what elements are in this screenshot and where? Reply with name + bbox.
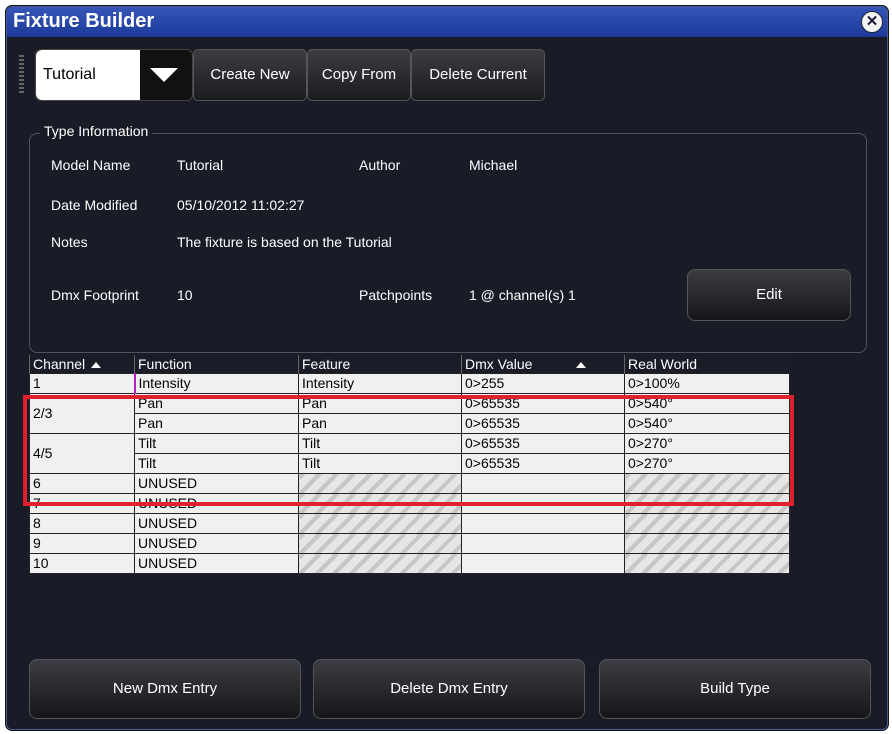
sort-asc-icon — [91, 362, 102, 369]
function-cell[interactable]: UNUSED — [134, 513, 299, 534]
function-cell[interactable]: UNUSED — [134, 553, 299, 574]
real-world-cell — [624, 553, 790, 574]
column-label: Channel — [33, 356, 86, 372]
column-header-real-world[interactable]: Real World — [624, 355, 790, 374]
date-modified-value: 05/10/2012 11:02:27 — [177, 197, 305, 213]
patchpoints-value: 1 @ channel(s) 1 — [469, 287, 576, 303]
model-name-label: Model Name — [51, 157, 131, 173]
dmx-value-cell[interactable]: 0>65535 — [461, 433, 625, 454]
channel-cell[interactable]: 8 — [29, 513, 135, 534]
function-cell[interactable]: Pan — [134, 393, 299, 414]
real-world-cell — [624, 493, 790, 514]
author-value: Michael — [469, 157, 518, 173]
function-cell[interactable]: Tilt — [134, 453, 299, 474]
real-world-cell[interactable]: 0>270° — [624, 453, 790, 474]
notes-value: The fixture is based on the Tutorial — [177, 234, 392, 250]
type-select[interactable]: Tutorial — [35, 49, 193, 101]
column-header-dmx-value[interactable]: Dmx Value — [461, 355, 625, 374]
real-world-cell[interactable]: 0>540° — [624, 393, 790, 414]
dmx-footprint-value: 10 — [177, 287, 193, 303]
notes-label: Notes — [51, 234, 88, 250]
feature-cell — [298, 533, 462, 554]
edit-button[interactable]: Edit — [687, 269, 851, 321]
table-row[interactable]: 4/5 Tilt Tilt 0>65535 0>270° — [29, 433, 790, 474]
author-label: Author — [359, 157, 401, 173]
dmx-value-cell[interactable]: 0>255 — [461, 373, 625, 394]
dmx-value-cell — [461, 533, 625, 554]
table-row[interactable]: 6 UNUSED — [29, 473, 790, 494]
dmx-footprint-label: Dmx Footprint — [51, 287, 139, 303]
feature-cell[interactable]: Tilt — [298, 453, 462, 474]
channel-cell[interactable]: 7 — [29, 493, 135, 514]
date-modified-label: Date Modified — [51, 197, 138, 213]
real-world-cell[interactable]: 0>270° — [624, 433, 790, 454]
function-cell[interactable]: Intensity — [134, 373, 299, 394]
table-row[interactable]: 7 UNUSED — [29, 493, 790, 514]
table-row[interactable]: 2/3 Pan Pan 0>65535 0>540° — [29, 393, 790, 434]
dmx-value-cell[interactable]: 0>65535 — [461, 413, 625, 434]
table-row[interactable]: 1 Intensity Intensity 0>255 0>100% — [29, 373, 790, 394]
dmx-channel-table: Channel Function Feature Dmx Value Real … — [29, 355, 790, 574]
type-select-value: Tutorial — [36, 50, 140, 100]
table-row[interactable]: 10 UNUSED — [29, 553, 790, 574]
chevron-down-icon[interactable] — [150, 68, 178, 82]
feature-cell — [298, 493, 462, 514]
table-header: Channel Function Feature Dmx Value Real … — [29, 355, 790, 374]
build-type-button[interactable]: Build Type — [599, 659, 871, 719]
function-cell[interactable]: UNUSED — [134, 473, 299, 494]
window-title: Fixture Builder — [13, 10, 155, 32]
real-world-cell — [624, 473, 790, 494]
toolbar-grip[interactable] — [19, 55, 24, 95]
channel-cell[interactable]: 10 — [29, 553, 135, 574]
function-cell[interactable]: UNUSED — [134, 533, 299, 554]
real-world-cell[interactable]: 0>540° — [624, 413, 790, 434]
channel-cell[interactable]: 4/5 — [29, 433, 135, 474]
feature-cell[interactable]: Pan — [298, 413, 462, 434]
channel-cell[interactable]: 2/3 — [29, 393, 135, 434]
real-world-cell[interactable]: 0>100% — [624, 373, 790, 394]
feature-cell — [298, 473, 462, 494]
real-world-cell — [624, 533, 790, 554]
create-new-button[interactable]: Create New — [193, 49, 307, 101]
patchpoints-label: Patchpoints — [359, 287, 433, 303]
dmx-value-cell — [461, 493, 625, 514]
table-row[interactable]: Pan Pan 0>65535 0>540° — [30, 413, 790, 434]
delete-current-button[interactable]: Delete Current — [411, 49, 545, 101]
function-cell[interactable]: Pan — [134, 413, 299, 434]
function-cell[interactable]: Tilt — [134, 433, 299, 454]
column-header-channel[interactable]: Channel — [29, 355, 135, 374]
panel-legend: Type Information — [40, 123, 153, 139]
feature-cell[interactable]: Pan — [298, 393, 462, 414]
channel-cell[interactable]: 1 — [29, 373, 136, 394]
dmx-value-cell[interactable]: 0>65535 — [461, 393, 625, 414]
sort-asc-icon — [576, 362, 587, 369]
new-dmx-entry-button[interactable]: New Dmx Entry — [29, 659, 301, 719]
dmx-value-cell — [461, 553, 625, 574]
column-label: Dmx Value — [465, 356, 533, 372]
copy-from-button[interactable]: Copy From — [307, 49, 411, 101]
close-icon[interactable]: ✕ — [861, 11, 883, 33]
delete-dmx-entry-button[interactable]: Delete Dmx Entry — [313, 659, 585, 719]
function-cell[interactable]: UNUSED — [134, 493, 299, 514]
table-row[interactable]: 9 UNUSED — [29, 533, 790, 554]
feature-cell[interactable]: Intensity — [298, 373, 462, 394]
fixture-builder-window: Fixture Builder ✕ Tutorial Create New Co… — [6, 6, 888, 730]
channel-cell[interactable]: 6 — [29, 473, 135, 494]
table-row[interactable]: 8 UNUSED — [29, 513, 790, 534]
dmx-value-cell — [461, 473, 625, 494]
feature-cell — [298, 513, 462, 534]
channel-cell[interactable]: 9 — [29, 533, 135, 554]
feature-cell — [298, 553, 462, 574]
dmx-value-cell[interactable]: 0>65535 — [461, 453, 625, 474]
column-header-function[interactable]: Function — [134, 355, 299, 374]
model-name-value: Tutorial — [177, 157, 224, 173]
feature-cell[interactable]: Tilt — [298, 433, 462, 454]
real-world-cell — [624, 513, 790, 534]
column-header-feature[interactable]: Feature — [298, 355, 462, 374]
dmx-value-cell — [461, 513, 625, 534]
table-row[interactable]: Tilt Tilt 0>65535 0>270° — [30, 453, 790, 474]
title-bar[interactable]: Fixture Builder ✕ — [7, 7, 887, 37]
